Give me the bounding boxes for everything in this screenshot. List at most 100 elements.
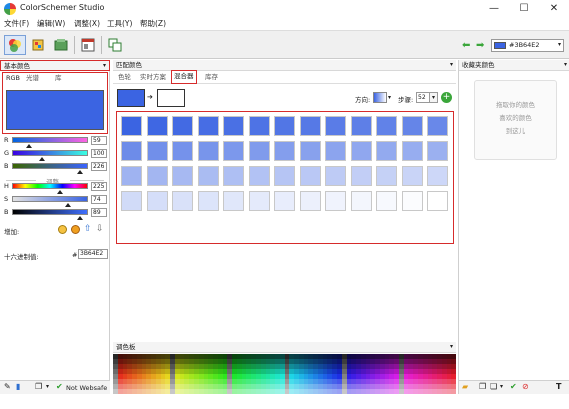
blend-swatch[interactable] xyxy=(376,166,397,186)
blend-swatch[interactable] xyxy=(325,191,346,211)
delete-icon[interactable]: ⊘ xyxy=(522,382,529,391)
blend-end-color[interactable] xyxy=(157,89,185,107)
blend-swatch[interactable] xyxy=(121,166,142,186)
favorites-header[interactable]: 收藏夹颜色 ▾ xyxy=(459,60,569,71)
s-slider-thumb[interactable] xyxy=(65,203,72,207)
blend-swatch[interactable] xyxy=(248,166,270,186)
blend-swatch[interactable] xyxy=(248,141,270,161)
blend-swatch[interactable] xyxy=(223,191,244,211)
scheme-tool-button[interactable] xyxy=(27,35,49,55)
preview-tool-button[interactable] xyxy=(77,35,99,55)
blend-swatch[interactable] xyxy=(350,166,372,186)
steps-dropdown-chevron-icon[interactable]: ▾ xyxy=(429,92,438,103)
blend-swatch[interactable] xyxy=(223,166,244,186)
b-slider[interactable] xyxy=(12,163,88,169)
gallery-tool-button[interactable] xyxy=(50,35,72,55)
arrow-down-icon[interactable]: ⇩ xyxy=(96,224,104,234)
chevron-down-icon[interactable]: ▾ xyxy=(46,383,49,390)
arrow-up-icon[interactable]: ⇧ xyxy=(84,224,92,234)
copy-icon[interactable]: ❐ xyxy=(35,382,42,391)
brightness-slider[interactable] xyxy=(12,209,88,215)
s-value-field[interactable]: 74 xyxy=(91,195,107,204)
text-tool-icon[interactable]: T xyxy=(556,382,561,391)
chevron-down-icon[interactable]: ▾ xyxy=(500,383,503,390)
blend-swatch[interactable] xyxy=(350,116,372,136)
blend-swatch[interactable] xyxy=(274,191,295,211)
match-color-header[interactable]: 匹配颜色 ▾ xyxy=(113,60,456,71)
maximize-button[interactable]: ☐ xyxy=(509,0,539,18)
sun-dim-icon[interactable] xyxy=(58,225,67,234)
blend-swatch[interactable] xyxy=(274,141,295,161)
blend-swatch[interactable] xyxy=(121,141,142,161)
paste-icon[interactable]: ❏ xyxy=(490,382,497,391)
brightness-slider-thumb[interactable] xyxy=(76,216,83,220)
b-slider-thumb[interactable] xyxy=(76,170,83,174)
base-color-header[interactable]: 基本颜色 ▾ xyxy=(0,60,110,71)
h-value-field[interactable]: 225 xyxy=(91,182,107,191)
tab-library[interactable]: 库 xyxy=(55,73,62,84)
palette-swatches[interactable] xyxy=(113,354,457,394)
menu-adjust[interactable]: 调整(X) xyxy=(74,18,100,30)
h-slider[interactable] xyxy=(12,183,88,189)
chevron-down-icon[interactable]: ▾ xyxy=(388,94,391,101)
blend-swatch[interactable] xyxy=(121,116,142,136)
favorites-drop-zone[interactable]: 拖取你的颜色 喜欢的颜色 到这儿 xyxy=(474,80,557,160)
blend-swatch[interactable] xyxy=(427,191,448,211)
blend-swatch[interactable] xyxy=(146,191,168,211)
blend-swatch[interactable] xyxy=(172,191,193,211)
palette-swatch[interactable] xyxy=(451,389,457,394)
blend-swatch[interactable] xyxy=(427,116,448,136)
menu-file[interactable]: 文件(F) xyxy=(4,18,29,30)
blend-swatch[interactable] xyxy=(325,141,346,161)
r-value-field[interactable]: 59 xyxy=(91,136,107,145)
tab-mixer[interactable]: 混合器 xyxy=(171,70,197,84)
s-slider[interactable] xyxy=(12,196,88,202)
tab-stock[interactable]: 库存 xyxy=(205,72,218,83)
blend-swatch[interactable] xyxy=(401,191,423,211)
color-picker-tool-button[interactable] xyxy=(4,35,26,55)
close-button[interactable]: ✕ xyxy=(539,0,569,18)
blend-swatch[interactable] xyxy=(248,191,270,211)
check-icon[interactable]: ✔ xyxy=(510,382,517,391)
hex-value-field[interactable]: 3B64E2 xyxy=(78,249,108,259)
g-slider[interactable] xyxy=(12,150,88,156)
add-icon[interactable]: + xyxy=(441,92,452,103)
blend-swatch[interactable] xyxy=(248,116,270,136)
blend-swatch[interactable] xyxy=(274,116,295,136)
menu-tools[interactable]: 工具(Y) xyxy=(107,18,132,30)
g-value-field[interactable]: 100 xyxy=(91,149,107,158)
b-value-field[interactable]: 226 xyxy=(91,162,107,171)
blend-swatch[interactable] xyxy=(223,116,244,136)
photo-tool-button[interactable] xyxy=(104,35,126,55)
eyedropper-icon[interactable]: ✎ xyxy=(4,382,11,391)
back-arrow-icon[interactable]: ⬅ xyxy=(462,40,470,51)
blend-swatch[interactable] xyxy=(172,141,193,161)
blend-swatch[interactable] xyxy=(197,141,219,161)
blend-swatch[interactable] xyxy=(299,191,321,211)
palette-header[interactable]: 调色板 ▾ xyxy=(113,342,456,353)
g-slider-thumb[interactable] xyxy=(38,157,45,161)
h-slider-thumb[interactable] xyxy=(56,190,63,194)
blend-swatch[interactable] xyxy=(172,116,193,136)
blend-swatch[interactable] xyxy=(427,141,448,161)
blend-swatch[interactable] xyxy=(376,141,397,161)
minimize-button[interactable]: — xyxy=(479,0,509,18)
tab-rgb[interactable]: RGB xyxy=(6,73,20,84)
blend-swatch[interactable] xyxy=(401,166,423,186)
blend-swatch[interactable] xyxy=(401,116,423,136)
blend-swatch[interactable] xyxy=(299,116,321,136)
blend-swatch[interactable] xyxy=(223,141,244,161)
tab-spectrum[interactable]: 光谱 xyxy=(26,73,39,84)
blend-swatch[interactable] xyxy=(146,116,168,136)
menu-help[interactable]: 帮助(Z) xyxy=(140,18,166,30)
blend-swatch[interactable] xyxy=(401,141,423,161)
blend-swatch[interactable] xyxy=(325,116,346,136)
blend-swatch[interactable] xyxy=(350,141,372,161)
blend-swatch[interactable] xyxy=(146,141,168,161)
tab-live-scheme[interactable]: 实时方案 xyxy=(140,72,166,83)
blend-swatch[interactable] xyxy=(299,166,321,186)
brush-icon[interactable]: ▮ xyxy=(16,382,20,391)
blend-swatch[interactable] xyxy=(197,191,219,211)
blend-swatch[interactable] xyxy=(350,191,372,211)
folder-open-icon[interactable]: ▰ xyxy=(462,382,468,391)
